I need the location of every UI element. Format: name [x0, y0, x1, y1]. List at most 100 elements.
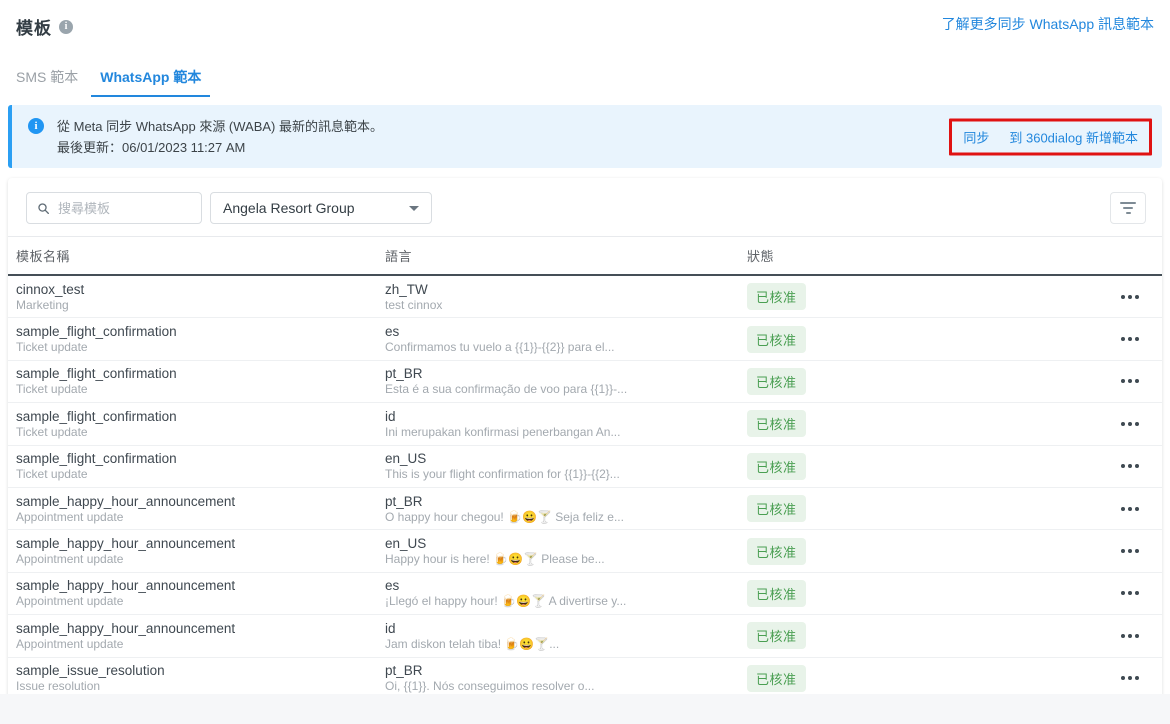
template-language: pt_BR	[385, 493, 423, 509]
more-options-button[interactable]	[1106, 668, 1154, 688]
template-name-cell: sample_issue_resolution Issue resolution	[16, 662, 385, 694]
search-box[interactable]	[26, 192, 202, 224]
table-row[interactable]: cinnox_test Marketing zh_TW test cinnox …	[8, 276, 1162, 319]
table-row[interactable]: sample_flight_confirmation Ticket update…	[8, 446, 1162, 488]
status-badge: 已核准	[747, 664, 806, 692]
account-selector[interactable]: Angela Resort Group	[210, 192, 432, 224]
table-row[interactable]: sample_happy_hour_announcement Appointme…	[8, 488, 1162, 531]
header-status: 狀態	[747, 249, 775, 264]
learn-more-link[interactable]: 了解更多同步 WhatsApp 訊息範本	[942, 14, 1154, 34]
template-language-cell: pt_BR Oi, {{1}}. Nós conseguimos resolve…	[385, 662, 747, 694]
status-badge: 已核准	[747, 367, 806, 395]
more-options-button[interactable]	[1106, 287, 1154, 307]
row-menu-cell	[1106, 371, 1154, 391]
row-menu-cell	[1106, 329, 1154, 349]
more-options-button[interactable]	[1106, 499, 1154, 519]
header-language: 語言	[385, 249, 413, 264]
template-category: Ticket update	[16, 467, 88, 482]
status-badge: 已核准	[747, 537, 806, 565]
template-language: zh_TW	[385, 281, 428, 297]
template-language: pt_BR	[385, 366, 423, 382]
template-status-cell: 已核准	[747, 283, 1106, 311]
more-options-button[interactable]	[1106, 371, 1154, 391]
more-options-button[interactable]	[1106, 541, 1154, 561]
template-category: Appointment update	[16, 636, 124, 651]
template-name: sample_flight_confirmation	[16, 366, 177, 382]
template-status-cell: 已核准	[747, 495, 1106, 523]
templates-card: Angela Resort Group 模板名稱 語言 狀態 cinnox_te…	[8, 178, 1162, 700]
template-language-cell: id Ini merupakan konfirmasi penerbangan …	[385, 408, 747, 440]
add-template-360dialog-link[interactable]: 到 360dialog 新增範本	[1009, 127, 1138, 146]
template-status-cell: 已核准	[747, 664, 1106, 692]
table-row[interactable]: sample_happy_hour_announcement Appointme…	[8, 615, 1162, 658]
template-preview: Confirmamos tu vuelo a {{1}}-{{2}} para …	[385, 340, 615, 355]
row-menu-cell	[1106, 287, 1154, 307]
more-options-button[interactable]	[1106, 456, 1154, 476]
template-language-cell: id Jam diskon telah tiba! 🍺😀🍸...	[385, 620, 747, 652]
template-name: sample_issue_resolution	[16, 663, 165, 679]
title-info-icon[interactable]: i	[59, 19, 73, 34]
template-name: sample_happy_hour_announcement	[16, 536, 236, 552]
filter-icon	[1120, 202, 1136, 204]
template-status-cell: 已核准	[747, 452, 1106, 480]
account-selector-value: Angela Resort Group	[223, 200, 355, 216]
template-preview: ¡Llegó el happy hour! 🍺😀🍸 A divertirse y…	[385, 594, 627, 609]
template-preview: Ini merupakan konfirmasi penerbangan An.…	[385, 424, 621, 439]
template-name-cell: sample_happy_hour_announcement Appointme…	[16, 535, 385, 567]
tab-sms-templates[interactable]: SMS 範本	[7, 57, 87, 97]
more-options-button[interactable]	[1106, 583, 1154, 603]
chevron-down-icon	[409, 205, 419, 211]
template-language-cell: pt_BR O happy hour chegou! 🍺😀🍸 Seja feli…	[385, 493, 747, 525]
row-menu-cell	[1106, 414, 1154, 434]
template-name-cell: sample_happy_hour_announcement Appointme…	[16, 493, 385, 525]
page-title: 模板	[16, 19, 52, 38]
template-name: sample_happy_hour_announcement	[16, 620, 236, 636]
template-language: es	[385, 324, 400, 340]
row-menu-cell	[1106, 583, 1154, 603]
template-preview: Jam diskon telah tiba! 🍺😀🍸...	[385, 636, 560, 651]
more-options-icon	[1121, 337, 1125, 342]
table-row[interactable]: sample_happy_hour_announcement Appointme…	[8, 573, 1162, 616]
template-status-cell: 已核准	[747, 410, 1106, 438]
sync-button[interactable]: 同步	[963, 127, 989, 146]
page-background-strip	[0, 694, 1170, 724]
template-status-cell: 已核准	[747, 367, 1106, 395]
tab-whatsapp-templates[interactable]: WhatsApp 範本	[91, 57, 211, 97]
template-category: Issue resolution	[16, 679, 101, 694]
banner-info-icon: i	[28, 118, 44, 134]
template-name-cell: sample_happy_hour_announcement Appointme…	[16, 620, 385, 652]
search-icon	[38, 202, 49, 214]
template-language: pt_BR	[385, 663, 423, 679]
table-row[interactable]: sample_flight_confirmation Ticket update…	[8, 403, 1162, 446]
table-row[interactable]: sample_flight_confirmation Ticket update…	[8, 318, 1162, 361]
template-name: sample_flight_confirmation	[16, 451, 177, 467]
template-category: Ticket update	[16, 424, 88, 439]
more-options-button[interactable]	[1106, 414, 1154, 434]
search-input[interactable]	[57, 200, 191, 216]
template-language-cell: en_US This is your flight confirmation f…	[385, 450, 747, 482]
template-name-cell: sample_flight_confirmation Ticket update	[16, 450, 385, 482]
template-name-cell: sample_happy_hour_announcement Appointme…	[16, 577, 385, 609]
row-menu-cell	[1106, 626, 1154, 646]
template-language-cell: pt_BR Esta é a sua confirmação de voo pa…	[385, 365, 747, 397]
template-name-cell: cinnox_test Marketing	[16, 281, 385, 313]
status-badge: 已核准	[747, 495, 806, 523]
template-preview: Esta é a sua confirmação de voo para {{1…	[385, 382, 628, 397]
row-menu-cell	[1106, 668, 1154, 688]
template-name-cell: sample_flight_confirmation Ticket update	[16, 365, 385, 397]
template-name: sample_flight_confirmation	[16, 408, 177, 424]
template-name: cinnox_test	[16, 281, 85, 297]
template-language: en_US	[385, 451, 427, 467]
table-row[interactable]: sample_happy_hour_announcement Appointme…	[8, 530, 1162, 573]
more-options-icon	[1121, 379, 1125, 384]
more-options-button[interactable]	[1106, 329, 1154, 349]
status-badge: 已核准	[747, 325, 806, 353]
sync-info-banner: i 從 Meta 同步 WhatsApp 來源 (WABA) 最新的訊息範本。 …	[8, 105, 1162, 168]
template-category: Ticket update	[16, 340, 88, 355]
filter-button[interactable]	[1110, 192, 1146, 224]
table-row[interactable]: sample_flight_confirmation Ticket update…	[8, 361, 1162, 404]
status-badge: 已核准	[747, 410, 806, 438]
template-name-cell: sample_flight_confirmation Ticket update	[16, 323, 385, 355]
more-options-button[interactable]	[1106, 626, 1154, 646]
more-options-icon	[1121, 591, 1125, 596]
